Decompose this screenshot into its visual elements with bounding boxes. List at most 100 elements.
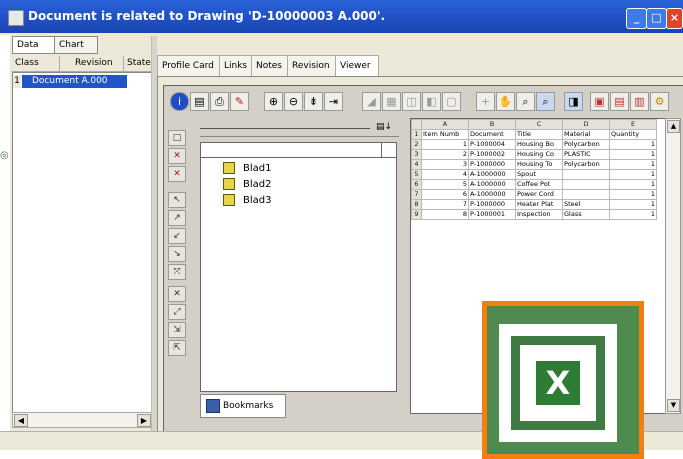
cell: Glass <box>562 209 610 220</box>
window-title: Document is related to Drawing 'D-100000… <box>28 9 386 23</box>
tool-c-icon[interactable]: ↙ <box>168 228 186 244</box>
tool-i-icon[interactable]: ⇱ <box>168 340 186 356</box>
tab-notes[interactable]: Notes <box>251 55 289 77</box>
zoom-fit-icon[interactable]: ⌕ <box>536 92 555 111</box>
header-cell: Title <box>515 129 563 140</box>
rotate-icon[interactable]: ◢ <box>362 92 381 111</box>
cell: 1 <box>609 179 657 190</box>
cell: A-1000000 <box>468 179 516 190</box>
tool-red-2-icon[interactable]: ✕ <box>168 166 186 182</box>
cell: 1 <box>609 199 657 210</box>
zoom-in-icon[interactable]: ⊕ <box>264 92 283 111</box>
layer-icon[interactable]: ◨ <box>564 92 583 111</box>
zoom-window-icon[interactable]: ⌕ <box>516 92 535 111</box>
viewer-toolbar: i ▤ ⎙ ✎ ⊕ ⊖ ⇟ ⇥ ◢ ▦ ◫ ◧ ▢ + ✋ ⌕ ⌕ ◨ ▣ ▤ … <box>166 92 683 112</box>
tool-a-icon[interactable]: ↖ <box>168 192 186 208</box>
left-horizontal-scrollbar[interactable]: ◀ ▶ <box>12 412 153 428</box>
excel-logo-overlay: X <box>482 301 644 459</box>
cell: Heater Plat <box>515 199 563 210</box>
col-letter: E <box>609 119 657 130</box>
tree-node[interactable]: Blad3 <box>223 194 271 208</box>
row-number: 2 <box>411 139 422 150</box>
bookmarks-tab[interactable]: Bookmarks <box>200 394 286 418</box>
cell: 1 <box>609 149 657 160</box>
settings-icon[interactable]: ⚙ <box>650 92 669 111</box>
title-bar[interactable]: Document is related to Drawing 'D-100000… <box>0 0 683 33</box>
scroll-left-icon[interactable]: ◀ <box>14 414 28 427</box>
cell: A-1000000 <box>468 169 516 180</box>
col-letter: C <box>515 119 563 130</box>
export-icon[interactable]: ▥ <box>630 92 649 111</box>
measure-icon[interactable]: ▤ <box>610 92 629 111</box>
table-row: 5 4 A-1000000 Spout 1 <box>411 169 657 180</box>
fit-page-icon[interactable]: ⇥ <box>324 92 343 111</box>
cell: 1 <box>421 139 469 150</box>
zoom-out-icon[interactable]: ⊖ <box>284 92 303 111</box>
column-revision[interactable]: Revision <box>72 56 124 71</box>
cell: Housing To <box>515 159 563 170</box>
markup-icon[interactable]: ✎ <box>230 92 249 111</box>
tab-data[interactable]: Data <box>12 36 56 54</box>
cell: 4 <box>421 169 469 180</box>
tree-node[interactable]: Blad2 <box>223 178 271 192</box>
tool-d-icon[interactable]: ↘ <box>168 246 186 262</box>
sheet-vertical-scrollbar[interactable]: ▲ ▼ <box>665 118 681 414</box>
cell: 2 <box>421 149 469 160</box>
col-letter: A <box>421 119 469 130</box>
marker-icon: ◎ <box>0 150 9 161</box>
table-row: 2 1 P-1000004 Housing Bo Polycarbon 1 <box>411 139 657 150</box>
scroll-down-icon[interactable]: ▼ <box>667 399 680 412</box>
tab-viewer[interactable]: Viewer <box>335 55 379 77</box>
bookmarks-tab-label: Bookmarks <box>223 401 274 411</box>
tree-node-label: Blad1 <box>243 163 272 174</box>
cell: Polycarbon <box>562 139 610 150</box>
cell: Inspection <box>515 209 563 220</box>
tool-e-icon[interactable]: ⤧ <box>168 264 186 280</box>
row-number: 4 <box>411 159 422 170</box>
cell: P-1000002 <box>468 149 516 160</box>
cell: P-1000000 <box>468 159 516 170</box>
page-prev-icon[interactable]: ◫ <box>402 92 421 111</box>
header-cell: Document <box>468 129 516 140</box>
page-last-icon[interactable]: ▢ <box>442 92 461 111</box>
row-number: 9 <box>411 209 422 220</box>
print-preview-icon[interactable]: ▤ <box>190 92 209 111</box>
cell: Spout <box>515 169 563 180</box>
scroll-up-icon[interactable]: ▲ <box>667 120 680 133</box>
info-icon[interactable]: i <box>170 92 189 111</box>
tool-g-icon[interactable]: ⤢ <box>168 304 186 320</box>
tree-node[interactable]: Blad1 <box>223 162 271 176</box>
cell <box>562 169 610 180</box>
tab-profile-card[interactable]: Profile Card <box>157 55 221 77</box>
scroll-right-icon[interactable]: ▶ <box>137 414 151 427</box>
minimize-button[interactable]: _ <box>626 8 647 29</box>
app-icon <box>8 10 24 26</box>
fit-width-icon[interactable]: ⇟ <box>304 92 323 111</box>
page-next-icon[interactable]: ◧ <box>422 92 441 111</box>
layout-icon[interactable]: ▦ <box>382 92 401 111</box>
close-button[interactable]: × <box>666 8 683 29</box>
row-number: 5 <box>411 169 422 180</box>
tab-chart[interactable]: Chart <box>54 36 98 54</box>
compare-icon[interactable]: ▣ <box>590 92 609 111</box>
bookmark-header: ▤↓ <box>200 121 399 135</box>
bookmark-tree: Blad1 Blad2 Blad3 <box>200 142 397 392</box>
selected-row[interactable]: Document A.000 <box>22 75 127 88</box>
table-row: 6 5 A-1000000 Coffee Pot 1 <box>411 179 657 190</box>
tab-links[interactable]: Links <box>219 55 253 77</box>
tool-h-icon[interactable]: ⇲ <box>168 322 186 338</box>
print-icon[interactable]: ⎙ <box>210 92 229 111</box>
column-state[interactable]: State <box>124 56 152 71</box>
cell: P-1000001 <box>468 209 516 220</box>
crosshair-icon[interactable]: + <box>476 92 495 111</box>
panel-options-icon[interactable]: ▤↓ <box>376 122 392 132</box>
tool-red-1-icon[interactable]: ✕ <box>168 148 186 164</box>
pan-icon[interactable]: ✋ <box>496 92 515 111</box>
tool-select-icon[interactable]: □ <box>168 130 186 146</box>
tool-f-icon[interactable]: ✕ <box>168 286 186 302</box>
maximize-button[interactable]: □ <box>646 8 667 29</box>
tab-revision[interactable]: Revision <box>287 55 337 77</box>
tool-b-icon[interactable]: ↗ <box>168 210 186 226</box>
column-class[interactable]: Class <box>12 56 60 71</box>
row-number: 1 <box>411 129 422 140</box>
